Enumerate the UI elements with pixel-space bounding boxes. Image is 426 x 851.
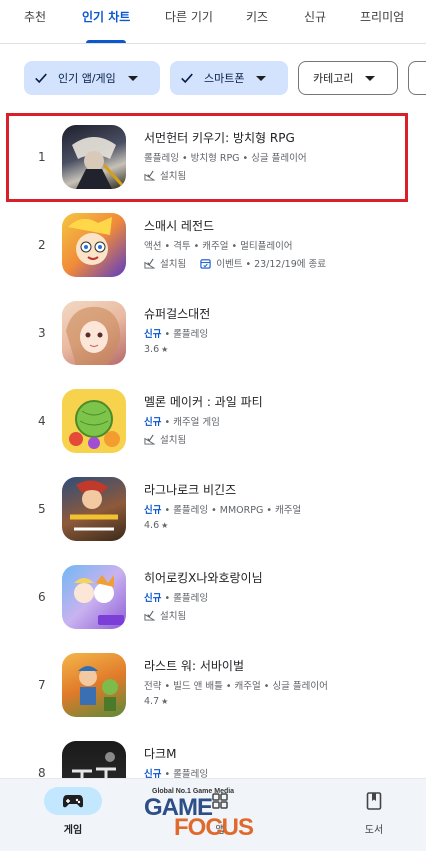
- active-tab-indicator: [86, 40, 126, 43]
- new-badge: 신규: [144, 329, 162, 340]
- list-item[interactable]: 6 히어로킹X나와호랑이님 신규 • 롤플레잉 설치됨: [0, 552, 426, 640]
- check-icon: [181, 73, 193, 84]
- rank-number: 2: [38, 238, 46, 252]
- check-icon: [35, 73, 47, 84]
- installed-label: 설치됨: [160, 435, 187, 446]
- tab-recommended[interactable]: 추천: [24, 8, 46, 25]
- rating-value: 3.6: [144, 344, 160, 355]
- list-item[interactable]: 4 멜론 메이커 : 과일 파티 신규 • 캐주얼 게임 설치됨: [0, 376, 426, 464]
- nav-books[interactable]: 도서: [339, 787, 409, 836]
- chip-smartphone[interactable]: 스마트폰: [170, 61, 288, 95]
- chip-top-apps-games[interactable]: 인기 앱/게임: [24, 61, 160, 95]
- app-icon-melon-maker: [62, 389, 126, 453]
- installed-icon: [144, 434, 155, 445]
- app-name: 히어로킹X나와호랑이님: [144, 571, 263, 585]
- app-name: 스매시 레전드: [144, 219, 215, 233]
- gamefocus-watermark: Global No.1 Game Media GAME FOCUS: [142, 786, 292, 842]
- genre-tags: 롤플레잉: [173, 593, 209, 604]
- genre-tags: 롤플레잉: [173, 329, 209, 340]
- rating: 3.6 ★: [144, 344, 168, 355]
- app-name: 라그나로크 비긴즈: [144, 483, 237, 497]
- nav-label: 도서: [364, 825, 384, 836]
- book-icon: [366, 792, 382, 810]
- app-name: 라스트 워: 서바이벌: [144, 659, 244, 673]
- list-item[interactable]: 3 슈퍼걸스대전 신규 • 롤플레잉 3.6 ★: [0, 288, 426, 376]
- app-icon-smash-legends: [62, 213, 126, 277]
- highlight-box: [6, 113, 408, 202]
- top-tabs: 추천 인기 차트 다른 기기 키즈 신규 프리미엄: [0, 0, 426, 44]
- tab-new[interactable]: 신규: [304, 8, 326, 25]
- installed-label: 설치됨: [160, 259, 187, 270]
- new-badge: 신규: [144, 505, 162, 516]
- tab-kids[interactable]: 키즈: [246, 8, 268, 25]
- calendar-icon: [200, 258, 211, 269]
- rank-number: 7: [38, 678, 46, 692]
- dropdown-arrow-icon: [365, 75, 376, 81]
- app-icon-last-war: [62, 653, 126, 717]
- app-icon-hero-king: [62, 565, 126, 629]
- list-item[interactable]: 2 스매시 레전드 액션 • 격투 • 캐주얼 • 멀티플레이어 설치됨 이벤트…: [0, 200, 426, 288]
- installed-icon: [144, 258, 155, 269]
- app-tags: 액션 • 격투 • 캐주얼 • 멀티플레이어: [144, 241, 293, 252]
- nav-games[interactable]: 게임: [38, 787, 108, 836]
- app-name: 다크M: [144, 747, 177, 761]
- watermark-focus: FOCUS: [174, 814, 254, 841]
- chip-category[interactable]: 카테고리: [298, 61, 398, 95]
- installed-status: 설치됨: [144, 432, 186, 446]
- app-icon-ragnarok-begins: [62, 477, 126, 541]
- chip-more[interactable]: [408, 61, 426, 95]
- star-icon: ★: [161, 345, 169, 354]
- rank-number: 4: [38, 414, 46, 428]
- star-icon: ★: [161, 521, 169, 530]
- app-name: 멜론 메이커 : 과일 파티: [144, 395, 263, 409]
- dropdown-arrow-icon: [256, 75, 267, 81]
- filter-chips: 인기 앱/게임 스마트폰 카테고리: [0, 61, 426, 97]
- app-tags: 신규 • 롤플레잉: [144, 593, 209, 604]
- app-tags: 전략 • 빌드 앤 배틀 • 캐주얼 • 싱글 플레이어: [144, 681, 328, 692]
- installed-status: 설치됨: [144, 608, 186, 622]
- installed-icon: [144, 610, 155, 621]
- chip-label: 스마트폰: [204, 72, 245, 85]
- tab-premium[interactable]: 프리미엄: [360, 8, 404, 25]
- rank-number: 5: [38, 502, 46, 516]
- app-name: 슈퍼걸스대전: [144, 307, 211, 321]
- nav-pill: [345, 787, 403, 815]
- installed-label: 설치됨: [160, 611, 187, 622]
- nav-label: 게임: [63, 825, 83, 836]
- app-tags: 신규 • 캐주얼 게임: [144, 417, 220, 428]
- list-item[interactable]: 7 라스트 워: 서바이벌 전략 • 빌드 앤 배틀 • 캐주얼 • 싱글 플레…: [0, 640, 426, 728]
- tab-other-devices[interactable]: 다른 기기: [165, 8, 213, 25]
- genre-tags: 캐주얼 게임: [173, 417, 220, 428]
- dropdown-arrow-icon: [127, 75, 138, 81]
- tab-top-charts[interactable]: 인기 차트: [82, 8, 130, 25]
- rating: 4.7 ★: [144, 696, 168, 707]
- rank-number: 3: [38, 326, 46, 340]
- nav-pill: [44, 787, 102, 815]
- app-tags: 신규 • 롤플레잉 • MMORPG • 캐주얼: [144, 505, 302, 516]
- star-icon: ★: [161, 697, 169, 706]
- event-label: 이벤트 • 23/12/19에 종료: [216, 259, 327, 270]
- rank-number: 6: [38, 590, 46, 604]
- rating-value: 4.7: [144, 696, 160, 707]
- installed-status: 설치됨 이벤트 • 23/12/19에 종료: [144, 256, 326, 270]
- list-item[interactable]: 5 라그나로크 비긴즈 신규 • 롤플레잉 • MMORPG • 캐주얼 4.6…: [0, 464, 426, 552]
- app-icon-super-girls: [62, 301, 126, 365]
- rating-value: 4.6: [144, 520, 160, 531]
- new-badge: 신규: [144, 593, 162, 604]
- chip-label: 인기 앱/게임: [58, 72, 116, 85]
- rating: 4.6 ★: [144, 520, 168, 531]
- chip-label: 카테고리: [313, 72, 354, 85]
- genre-tags: 롤플레잉 • MMORPG • 캐주얼: [173, 505, 302, 516]
- new-badge: 신규: [144, 417, 162, 428]
- app-tags: 신규 • 롤플레잉: [144, 329, 209, 340]
- gamepad-icon: [63, 795, 83, 808]
